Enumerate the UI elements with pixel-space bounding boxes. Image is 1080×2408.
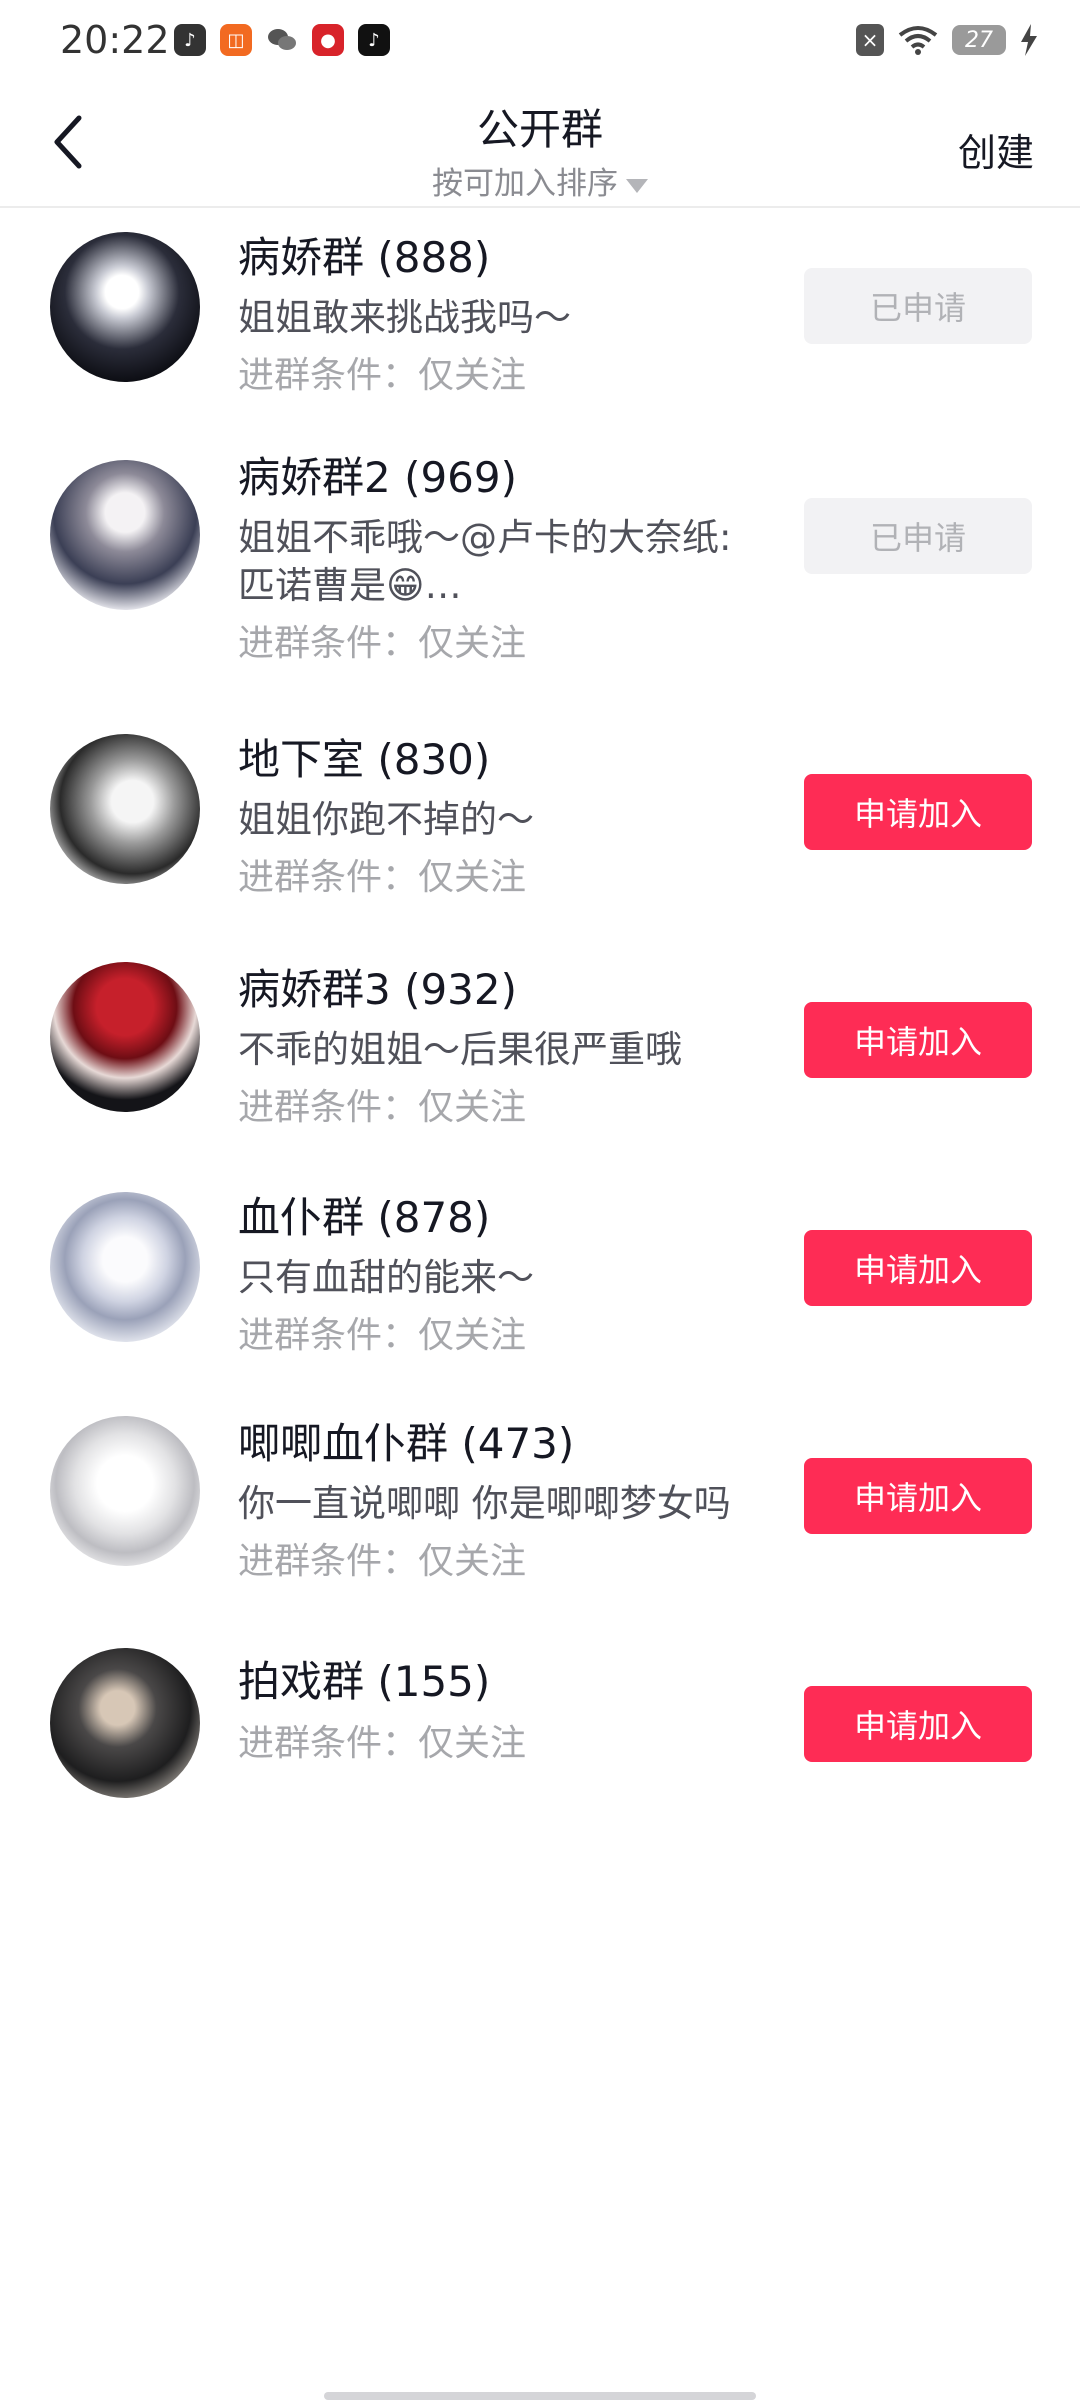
group-name: 病娇群 (888) [238, 233, 491, 282]
apply-join-button[interactable]: 申请加入 [804, 1230, 1032, 1306]
nav-bar: 公开群 按可加入排序 创建 [0, 84, 1080, 208]
group-description: 不乖的姐姐～后果很严重哦 [238, 1028, 682, 1071]
douyin-app-icon: ♪ [174, 24, 206, 56]
battery-icon: 27 [952, 25, 1006, 55]
group-name: 拍戏群 (155) [238, 1657, 491, 1706]
group-avatar [50, 232, 200, 382]
group-name: 血仆群 (878) [238, 1193, 491, 1242]
sort-label: 按可加入排序 [432, 166, 618, 202]
group-name: 病娇群2 (969) [238, 453, 518, 502]
join-condition: 进群条件：仅关注 [238, 1541, 527, 1582]
group-avatar [50, 1192, 200, 1342]
group-avatar [50, 460, 200, 610]
status-bar: 20:22 ♪ ◫ ● ♪ × 27 [0, 0, 1080, 84]
group-description-line2: 匹诺曹是😁… [238, 564, 462, 607]
group-row[interactable]: 病娇群 (888) 姐姐敢来挑战我吗～ 进群条件：仅关注 已申请 [0, 206, 1080, 434]
group-avatar [50, 962, 200, 1112]
sort-dropdown[interactable]: 按可加入排序 [0, 158, 1080, 203]
group-row[interactable]: 地下室 (830) 姐姐你跑不掉的～ 进群条件：仅关注 申请加入 [0, 710, 1080, 938]
apply-join-button[interactable]: 申请加入 [804, 1686, 1032, 1762]
join-condition: 进群条件：仅关注 [238, 1087, 527, 1128]
notification-icons: ♪ ◫ ● ♪ [174, 24, 390, 56]
join-condition: 进群条件：仅关注 [238, 355, 527, 396]
page-title: 公开群 [476, 105, 603, 154]
group-name: 唧唧血仆群 (473) [238, 1419, 575, 1468]
system-indicators: × 27 [856, 24, 1038, 56]
group-row[interactable]: 病娇群3 (932) 不乖的姐姐～后果很严重哦 进群条件：仅关注 申请加入 [0, 938, 1080, 1166]
join-condition: 进群条件：仅关注 [238, 1315, 527, 1356]
apply-join-button[interactable]: 申请加入 [804, 1458, 1032, 1534]
group-description: 你一直说唧唧 你是唧唧梦女吗 [238, 1482, 731, 1525]
tiktok-icon: ♪ [358, 24, 390, 56]
apply-join-button[interactable]: 申请加入 [804, 1002, 1032, 1078]
wifi-icon [898, 26, 938, 55]
charging-bolt-icon [1021, 24, 1037, 56]
group-name: 地下室 (830) [238, 735, 491, 784]
group-description: 姐姐不乖哦～@卢卡的大奈纸: [238, 516, 732, 559]
create-button[interactable]: 创建 [958, 122, 1034, 177]
group-name: 病娇群3 (932) [238, 965, 518, 1014]
group-row[interactable]: 血仆群 (878) 只有血甜的能来～ 进群条件：仅关注 申请加入 [0, 1166, 1080, 1394]
status-time: 20:22 [60, 18, 170, 62]
group-row[interactable]: 拍戏群 (155) 进群条件：仅关注 申请加入 [0, 1640, 1080, 1840]
group-row[interactable]: 病娇群2 (969) 姐姐不乖哦～@卢卡的大奈纸: 匹诺曹是😁… 进群条件：仅关… [0, 434, 1080, 710]
group-description: 只有血甜的能来～ [238, 1256, 534, 1299]
group-description: 姐姐敢来挑战我吗～ [238, 296, 571, 339]
applied-button[interactable]: 已申请 [804, 268, 1032, 344]
group-avatar [50, 1416, 200, 1566]
no-sim-icon: × [856, 24, 884, 56]
join-condition: 进群条件：仅关注 [238, 857, 527, 898]
orange-app-icon: ◫ [220, 24, 252, 56]
group-row[interactable]: 唧唧血仆群 (473) 你一直说唧唧 你是唧唧梦女吗 进群条件：仅关注 申请加入 [0, 1394, 1080, 1640]
red-app-icon: ● [312, 24, 344, 56]
group-avatar [50, 734, 200, 884]
join-condition: 进群条件：仅关注 [238, 1723, 527, 1764]
group-avatar [50, 1648, 200, 1798]
group-description: 姐姐你跑不掉的～ [238, 798, 534, 841]
wechat-icon [266, 24, 298, 56]
home-indicator[interactable] [324, 2392, 756, 2400]
join-condition: 进群条件：仅关注 [238, 623, 527, 664]
apply-join-button[interactable]: 申请加入 [804, 774, 1032, 850]
group-list: 病娇群 (888) 姐姐敢来挑战我吗～ 进群条件：仅关注 已申请 病娇群2 (9… [0, 206, 1080, 1840]
applied-button[interactable]: 已申请 [804, 498, 1032, 574]
caret-down-icon [626, 178, 648, 193]
